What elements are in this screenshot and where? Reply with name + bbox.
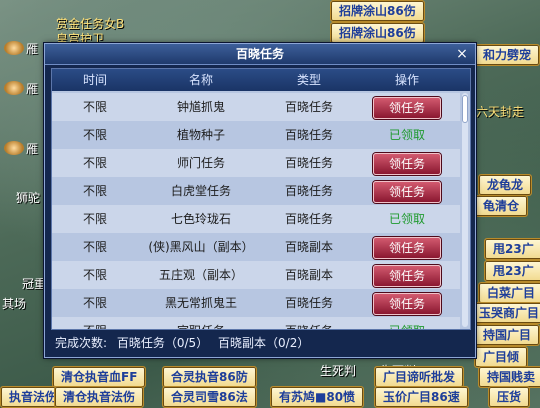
quest-dialog: 百晓任务 × 时间 名称 类型 操作 不限 钟馗抓鬼 百晓任务 领任务 不限 植… bbox=[44, 43, 476, 358]
table-row: 不限 植物种子 百晓任务 已领取 bbox=[52, 121, 460, 149]
row-action-cell: 领任务 bbox=[354, 177, 460, 206]
row-time: 不限 bbox=[82, 100, 107, 114]
table-row: 不限 白虎堂任务 百晓任务 领任务 bbox=[52, 177, 460, 205]
accept-quest-button[interactable]: 领任务 bbox=[373, 265, 441, 287]
stall-sign[interactable]: 清仓执音法伤 bbox=[54, 386, 145, 408]
stall-sign[interactable]: 白菜广目 bbox=[478, 282, 540, 304]
row-quest-type: 百晓任务 bbox=[264, 317, 354, 329]
column-header-name: 名称 bbox=[188, 73, 213, 87]
dialog-title: 百晓任务 bbox=[235, 47, 284, 61]
row-time: 不限 bbox=[82, 128, 107, 142]
stall-sign[interactable]: 玉哭商广目 bbox=[470, 302, 540, 324]
accept-quest-button[interactable]: 领任务 bbox=[373, 153, 441, 175]
table-row: 不限 (侠)黑风山（副本） 百晓副本 领任务 bbox=[52, 233, 460, 261]
row-quest-type: 百晓副本 bbox=[284, 268, 333, 282]
row-action-cell: 领任务 bbox=[354, 149, 460, 178]
row-quest-type: 百晓任务 bbox=[284, 184, 333, 198]
npc-name-label: 雁 bbox=[26, 142, 39, 156]
row-time: 不限 bbox=[82, 240, 107, 254]
stall-sign[interactable]: 甩23广 bbox=[484, 260, 540, 282]
npc-name-label: 雁 bbox=[26, 82, 39, 96]
column-header-type: 类型 bbox=[296, 73, 321, 87]
scrollbar-thumb[interactable] bbox=[462, 95, 468, 123]
stall-sign[interactable]: 持国广目 bbox=[474, 324, 540, 346]
table-header: 时间 名称 类型 操作 bbox=[52, 69, 470, 91]
column-header-action: 操作 bbox=[394, 73, 419, 87]
stall-sign[interactable]: 招牌涂山86伤 bbox=[330, 0, 425, 22]
accept-quest-button[interactable]: 领任务 bbox=[373, 181, 441, 203]
npc-name-label: 其场 bbox=[2, 297, 27, 311]
stall-sign[interactable]: 招牌涂山86伤 bbox=[330, 22, 425, 44]
close-icon[interactable]: × bbox=[453, 45, 471, 63]
accept-quest-button[interactable]: 领任务 bbox=[373, 97, 441, 119]
completion-label: 完成次数: bbox=[55, 336, 108, 350]
claimed-status: 已领取 bbox=[388, 128, 425, 142]
npc-name-label: 生死判 bbox=[320, 364, 357, 378]
stall-sign[interactable]: 玉价广目86速 bbox=[374, 386, 469, 408]
claimed-status: 已领取 bbox=[354, 317, 460, 329]
row-action-cell: 领任务 bbox=[354, 289, 460, 318]
dialog-titlebar[interactable]: 百晓任务 × bbox=[45, 44, 475, 65]
scrollbar[interactable] bbox=[462, 93, 468, 327]
column-header-time: 时间 bbox=[82, 73, 107, 87]
row-quest-name: 五庄观（副本） bbox=[158, 268, 243, 282]
row-time: 不限 bbox=[52, 317, 138, 329]
row-quest-type: 百晓副本 bbox=[284, 240, 333, 254]
table-row: 不限 七色玲珑石 百晓任务 已领取 bbox=[52, 205, 460, 233]
stall-sign[interactable]: 龙龟龙 bbox=[478, 174, 533, 196]
table-row: 不限 黑无常抓鬼王 百晓任务 领任务 bbox=[52, 289, 460, 317]
row-quest-name: 黑无常抓鬼王 bbox=[164, 296, 237, 310]
row-time: 不限 bbox=[82, 212, 107, 226]
accept-quest-button[interactable]: 领任务 bbox=[373, 293, 441, 315]
row-quest-type: 百晓任务 bbox=[284, 100, 333, 114]
row-quest-type: 百晓任务 bbox=[284, 212, 333, 226]
row-quest-name: 白虎堂任务 bbox=[170, 184, 231, 198]
stall-sign[interactable]: 广目谛听批发 bbox=[374, 366, 465, 388]
stall-sign[interactable]: 压货 bbox=[488, 386, 531, 408]
row-time: 不限 bbox=[82, 268, 107, 282]
dungeon-count: 百晓副本（0/2） bbox=[218, 336, 310, 350]
accept-quest-button[interactable]: 领任务 bbox=[373, 237, 441, 259]
row-quest-name: 官职任务 bbox=[138, 317, 264, 329]
row-quest-type: 百晓任务 bbox=[284, 296, 333, 310]
table-row: 不限 官职任务 百晓任务 已领取 bbox=[52, 317, 460, 329]
row-action-cell: 领任务 bbox=[354, 93, 460, 122]
stall-sign[interactable]: 龟清仓 bbox=[474, 195, 529, 217]
row-time: 不限 bbox=[82, 296, 107, 310]
stall-sign[interactable]: 广目倾 bbox=[474, 346, 529, 368]
table-row: 不限 钟馗抓鬼 百晓任务 领任务 bbox=[52, 93, 460, 121]
task-count: 百晓任务（0/5） bbox=[116, 336, 209, 350]
row-quest-name: 七色玲珑石 bbox=[170, 212, 231, 226]
npc-name-label: 雁 bbox=[26, 42, 39, 56]
row-quest-name: 师门任务 bbox=[176, 156, 225, 170]
npc-name-label: 狮驼 bbox=[16, 191, 41, 205]
row-quest-name: 钟馗抓鬼 bbox=[176, 100, 225, 114]
row-time: 不限 bbox=[82, 184, 107, 198]
row-quest-type: 百晓任务 bbox=[284, 128, 333, 142]
npc-name-label: 冠重 bbox=[22, 277, 47, 291]
wing-emblem-icon bbox=[4, 141, 24, 155]
npc-name-label: 六天封走 bbox=[476, 105, 525, 119]
stall-sign[interactable]: 持国贱卖 bbox=[478, 366, 540, 388]
completion-summary: 完成次数: 百晓任务（0/5） 百晓副本（0/2） bbox=[55, 335, 315, 351]
row-time: 不限 bbox=[82, 156, 107, 170]
row-action-cell: 领任务 bbox=[354, 233, 460, 262]
stall-sign[interactable]: 清仓执音血FF bbox=[52, 366, 147, 388]
row-quest-name: 植物种子 bbox=[176, 128, 225, 142]
stall-sign[interactable]: 有苏鸠■80愤 bbox=[270, 386, 365, 408]
row-quest-type: 百晓任务 bbox=[284, 156, 333, 170]
table-row: 不限 五庄观（副本） 百晓副本 领任务 bbox=[52, 261, 460, 289]
wing-emblem-icon bbox=[4, 41, 24, 55]
claimed-status: 已领取 bbox=[388, 212, 425, 226]
wing-emblem-icon bbox=[4, 81, 24, 95]
stall-sign[interactable]: 合灵司雪86法 bbox=[162, 386, 257, 408]
quest-table: 时间 名称 类型 操作 不限 钟馗抓鬼 百晓任务 领任务 不限 植物种子 百晓任… bbox=[51, 68, 471, 330]
row-action-cell: 领任务 bbox=[354, 261, 460, 290]
table-row: 不限 师门任务 百晓任务 领任务 bbox=[52, 149, 460, 177]
stall-sign[interactable]: 合灵执音86防 bbox=[162, 366, 257, 388]
stall-sign[interactable]: 甩23广 bbox=[484, 238, 540, 260]
row-quest-name: (侠)黑风山（副本） bbox=[148, 240, 254, 254]
stall-sign[interactable]: 和力劈宠 bbox=[474, 44, 540, 66]
